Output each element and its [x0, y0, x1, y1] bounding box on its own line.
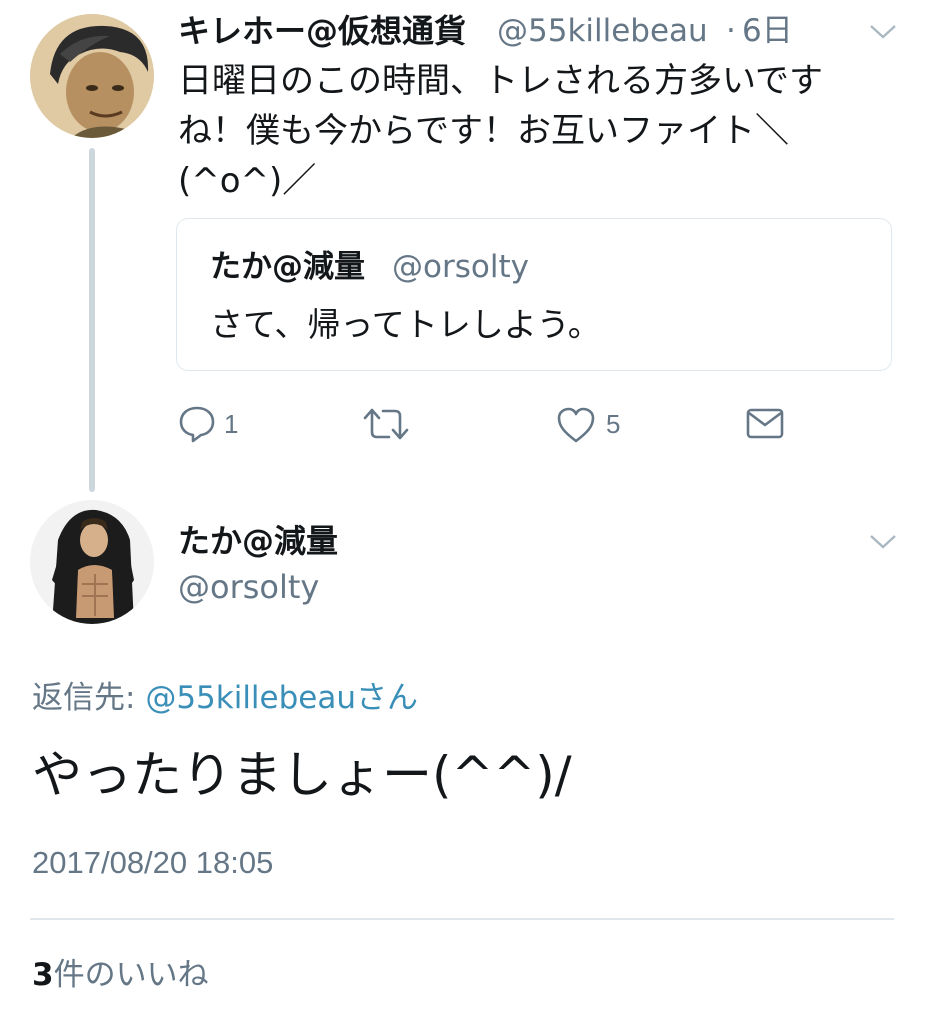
tweet-text-line-1: 日曜日のこの時間、トレされる方多いです	[178, 61, 823, 101]
quoted-tweet-text: さて、帰ってトレしよう。	[210, 305, 601, 344]
avatar-orsolty[interactable]	[30, 500, 154, 624]
likes-stat-label: 件のいいね	[53, 957, 209, 993]
chevron-down-icon[interactable]	[868, 532, 898, 552]
reply-author-handle[interactable]: @orsolty	[178, 566, 319, 608]
tweet-author-name[interactable]: キレホー@仮想通貨	[178, 10, 466, 52]
quoted-author-handle: @orsolty	[392, 249, 529, 285]
reply-tweet-text: やったりましょー(^^)/	[32, 746, 572, 804]
likes-stat[interactable]: 3件のいいね	[32, 954, 209, 996]
reply-to-label: 返信先:	[32, 680, 146, 716]
tweet-author-handle[interactable]: @55killebeau	[497, 10, 708, 52]
likes-stat-count: 3	[32, 957, 54, 993]
avatar-killebeau-image	[30, 14, 154, 138]
chevron-down-icon[interactable]	[868, 22, 898, 42]
quoted-tweet-card[interactable]	[176, 218, 892, 371]
tweet-text-line-3: (^o^)／	[178, 161, 317, 201]
quoted-author-name: たか@減量	[210, 249, 365, 285]
reply-timestamp[interactable]: 2017/08/20 18:05	[32, 842, 273, 884]
thread-connector-line	[89, 148, 95, 492]
reply-count: 1	[224, 409, 239, 439]
retweet-icon[interactable]	[362, 406, 410, 442]
reply-to-line: 返信先: @55killebeauさん	[32, 676, 418, 720]
tweet-text-line-2: ね！僕も今からです！お互いファイト＼	[178, 111, 789, 151]
reply-icon[interactable]	[178, 404, 216, 444]
dm-icon[interactable]	[746, 407, 784, 441]
like-icon[interactable]	[556, 406, 596, 444]
reply-to-suffix: さん	[356, 680, 419, 716]
avatar-orsolty-image	[30, 500, 154, 624]
avatar-killebeau[interactable]	[30, 14, 154, 138]
like-count: 5	[606, 409, 621, 439]
reply-author-name[interactable]: たか@減量	[178, 520, 338, 562]
tweet-separator-dot: ·	[726, 13, 736, 49]
stats-divider	[30, 918, 894, 920]
tweet-time[interactable]: 6日	[742, 10, 793, 52]
reply-to-handle-link[interactable]: @55killebeau	[145, 680, 356, 716]
